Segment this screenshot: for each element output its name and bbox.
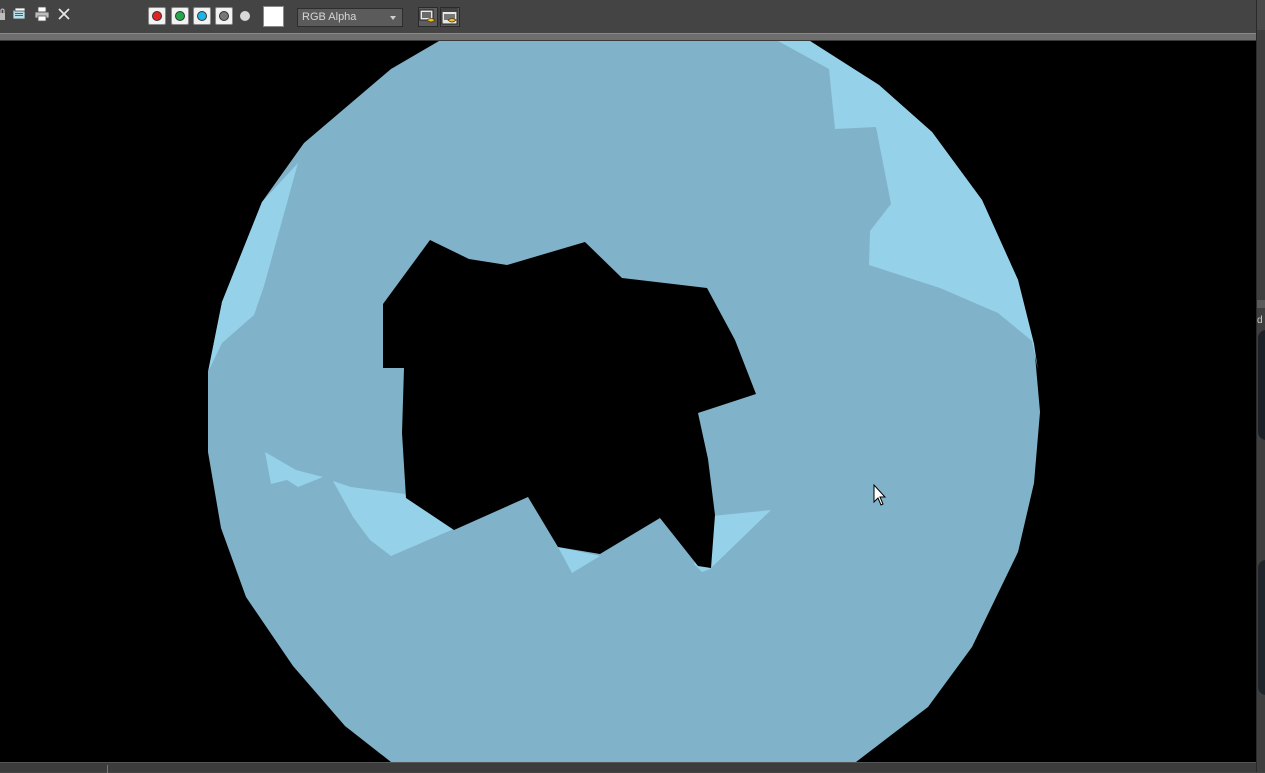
red-channel-toggle[interactable]: [148, 7, 166, 25]
toolbar-separator: [0, 33, 1256, 41]
clear-color-swatch[interactable]: [263, 6, 284, 27]
blue-channel-icon: [197, 11, 207, 21]
channel-display-dropdown[interactable]: RGB Alpha: [297, 8, 403, 27]
adjacent-preview-bottom: [1258, 560, 1265, 695]
green-channel-icon: [175, 11, 185, 21]
adjacent-panel-text: d: [1257, 315, 1263, 326]
render-setup-button[interactable]: [418, 7, 438, 27]
clone-frame-icon[interactable]: [11, 6, 27, 22]
close-icon[interactable]: [56, 6, 72, 22]
adjacent-panel-header: [1257, 0, 1265, 30]
chevron-down-icon: [390, 16, 396, 20]
render-setup-icon: [419, 9, 436, 23]
green-channel-toggle[interactable]: [171, 7, 189, 25]
environment-effects-icon: [441, 8, 458, 25]
status-bar: [0, 762, 1256, 773]
environment-effects-button[interactable]: [440, 7, 460, 27]
adjacent-panel-edge: d: [1256, 0, 1265, 772]
adjacent-preview-top: [1258, 330, 1265, 440]
monochrome-icon[interactable]: [238, 9, 252, 23]
rendered-sphere-image: [0, 41, 1256, 762]
channel-display-value: RGB Alpha: [302, 11, 357, 23]
frame-buffer-toolbar: RGB Alpha: [0, 0, 1256, 33]
print-icon[interactable]: [34, 6, 50, 22]
alpha-channel-icon: [219, 11, 229, 21]
sphere-hole: [383, 240, 756, 568]
render-viewport[interactable]: [0, 41, 1256, 762]
alpha-channel-toggle[interactable]: [215, 7, 233, 25]
blue-channel-toggle[interactable]: [193, 7, 211, 25]
adjacent-panel-divider: [1257, 300, 1265, 308]
red-channel-icon: [152, 11, 162, 21]
